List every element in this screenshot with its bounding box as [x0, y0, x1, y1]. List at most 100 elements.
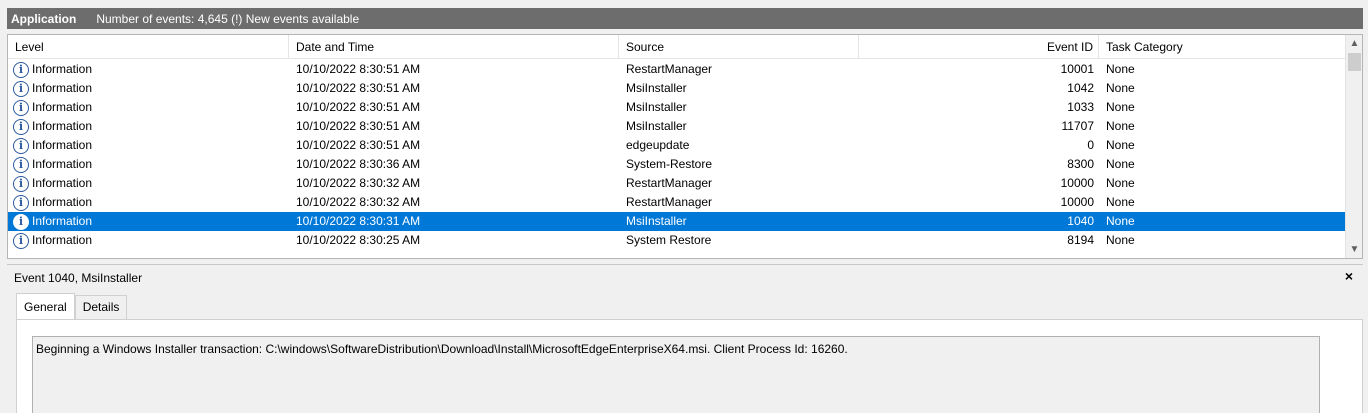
level-cell: i Information: [8, 155, 289, 174]
source-cell: RestartManager: [626, 176, 713, 190]
event-id-cell: 1040: [1067, 214, 1094, 228]
information-icon: i: [13, 99, 29, 116]
date-cell: 10/10/2022 8:30:51 AM: [296, 119, 421, 133]
source-cell: MsiInstaller: [626, 100, 687, 114]
source-cell: MsiInstaller: [626, 214, 687, 228]
task-category-cell: None: [1106, 157, 1135, 171]
level-text: Information: [32, 195, 93, 209]
level-text: Information: [32, 119, 93, 133]
events-grid[interactable]: Level Date and Time Source Event ID Task…: [7, 34, 1363, 259]
tab-details[interactable]: Details: [74, 295, 128, 319]
event-message[interactable]: Beginning a Windows Installer transactio…: [32, 336, 1320, 413]
level-text: Information: [32, 157, 93, 171]
column-header-task-category[interactable]: Task Category: [1099, 35, 1346, 59]
event-id-cell: 10001: [1060, 62, 1094, 76]
date-cell: 10/10/2022 8:30:36 AM: [296, 157, 421, 171]
event-id-cell: 11707: [1061, 119, 1094, 133]
task-category-cell: None: [1106, 81, 1135, 95]
level-text: Information: [32, 214, 93, 228]
source-cell: System Restore: [626, 233, 712, 247]
information-icon: i: [13, 175, 29, 192]
event-id-cell: 1042: [1067, 81, 1094, 95]
table-row[interactable]: i Information 10/10/2022 8:30:32 AM Restart…: [8, 193, 1346, 212]
event-count: Number of events: 4,645 (!) New events a…: [96, 11, 360, 26]
information-icon: i: [13, 194, 29, 211]
task-category-cell: None: [1106, 233, 1135, 247]
level-cell: i Information: [8, 231, 289, 250]
log-titlebar: Application Number of events: 4,645 (!) …: [0, 0, 1368, 31]
level-cell: i Information: [8, 117, 289, 136]
column-header-date[interactable]: Date and Time: [289, 35, 619, 59]
scroll-thumb[interactable]: [1348, 53, 1361, 71]
task-category-cell: None: [1106, 195, 1135, 209]
event-id-cell: 0: [1087, 138, 1094, 152]
information-icon: i: [13, 213, 29, 230]
level-cell: i Information: [8, 60, 289, 79]
level-cell: i Information: [8, 98, 289, 117]
task-category-cell: None: [1106, 62, 1135, 76]
level-cell: i Information: [8, 79, 289, 98]
date-cell: 10/10/2022 8:30:31 AM: [296, 214, 421, 228]
table-row[interactable]: i Information 10/10/2022 8:30:51 AM edgeupd…: [8, 136, 1346, 155]
information-icon: i: [13, 232, 29, 249]
event-rows: i Information 10/10/2022 8:30:51 AM Restart…: [8, 60, 1346, 250]
date-cell: 10/10/2022 8:30:25 AM: [296, 233, 421, 247]
source-cell: MsiInstaller: [626, 81, 687, 95]
event-id-cell: 10000: [1060, 195, 1094, 209]
column-header-event-id[interactable]: Event ID: [859, 35, 1099, 59]
level-text: Information: [32, 62, 93, 76]
column-header-level[interactable]: Level: [8, 35, 289, 59]
log-name: Application: [11, 11, 77, 26]
task-category-cell: None: [1106, 119, 1135, 133]
source-cell: RestartManager: [626, 195, 713, 209]
table-row[interactable]: i Information 10/10/2022 8:30:51 AM MsiInst…: [8, 117, 1346, 136]
information-icon: i: [13, 80, 29, 97]
level-cell: i Information: [8, 193, 289, 212]
task-category-cell: None: [1106, 100, 1135, 114]
event-id-cell: 8194: [1067, 233, 1094, 247]
detail-title: Event 1040, MsiInstaller: [14, 271, 143, 285]
task-category-cell: None: [1106, 176, 1135, 190]
event-detail-pane: Event 1040, MsiInstaller × General Detai…: [7, 264, 1363, 413]
event-id-cell: 8300: [1067, 157, 1094, 171]
source-cell: RestartManager: [626, 62, 713, 76]
grid-header: Level Date and Time Source Event ID Task…: [8, 35, 1346, 59]
task-category-cell: None: [1106, 214, 1135, 228]
level-text: Information: [32, 138, 93, 152]
tab-general[interactable]: General: [16, 293, 75, 319]
table-row[interactable]: i Information 10/10/2022 8:30:51 AM MsiInst…: [8, 79, 1346, 98]
level-text: Information: [32, 100, 93, 114]
information-icon: i: [13, 118, 29, 135]
information-icon: i: [13, 137, 29, 154]
information-icon: i: [13, 156, 29, 173]
table-row[interactable]: i Information 10/10/2022 8:30:36 AM System-…: [8, 155, 1346, 174]
task-category-cell: None: [1106, 138, 1135, 152]
column-header-source[interactable]: Source: [619, 35, 859, 59]
table-row[interactable]: i Information 10/10/2022 8:30:25 AM System …: [8, 231, 1346, 250]
log-titlebar-bar: Application Number of events: 4,645 (!) …: [7, 8, 1363, 29]
table-row-selected[interactable]: i Information 10/10/2022 8:30:31 AM MsiInst…: [8, 212, 1346, 231]
close-icon[interactable]: ×: [1345, 268, 1353, 284]
date-cell: 10/10/2022 8:30:51 AM: [296, 81, 421, 95]
event-id-cell: 10000: [1060, 176, 1094, 190]
date-cell: 10/10/2022 8:30:51 AM: [296, 62, 421, 76]
source-cell: System-Restore: [626, 157, 713, 171]
level-cell: i Information: [8, 212, 289, 231]
table-row[interactable]: i Information 10/10/2022 8:30:32 AM Restart…: [8, 174, 1346, 193]
scroll-down-icon[interactable]: ▼: [1346, 241, 1362, 258]
scroll-up-icon[interactable]: ▲: [1346, 35, 1362, 52]
source-cell: edgeupdate: [626, 138, 690, 152]
vertical-scrollbar[interactable]: ▲ ▼: [1345, 35, 1362, 258]
level-cell: i Information: [8, 136, 289, 155]
table-row[interactable]: i Information 10/10/2022 8:30:51 AM Restart…: [8, 60, 1346, 79]
detail-tabs: General Details: [16, 293, 128, 319]
date-cell: 10/10/2022 8:30:32 AM: [296, 176, 421, 190]
date-cell: 10/10/2022 8:30:32 AM: [296, 195, 421, 209]
table-row[interactable]: i Information 10/10/2022 8:30:51 AM MsiInst…: [8, 98, 1346, 117]
level-text: Information: [32, 233, 93, 247]
event-id-cell: 1033: [1067, 100, 1094, 114]
general-tab-panel: Beginning a Windows Installer transactio…: [16, 319, 1363, 413]
source-cell: MsiInstaller: [626, 119, 687, 133]
level-text: Information: [32, 176, 93, 190]
date-cell: 10/10/2022 8:30:51 AM: [296, 138, 421, 152]
